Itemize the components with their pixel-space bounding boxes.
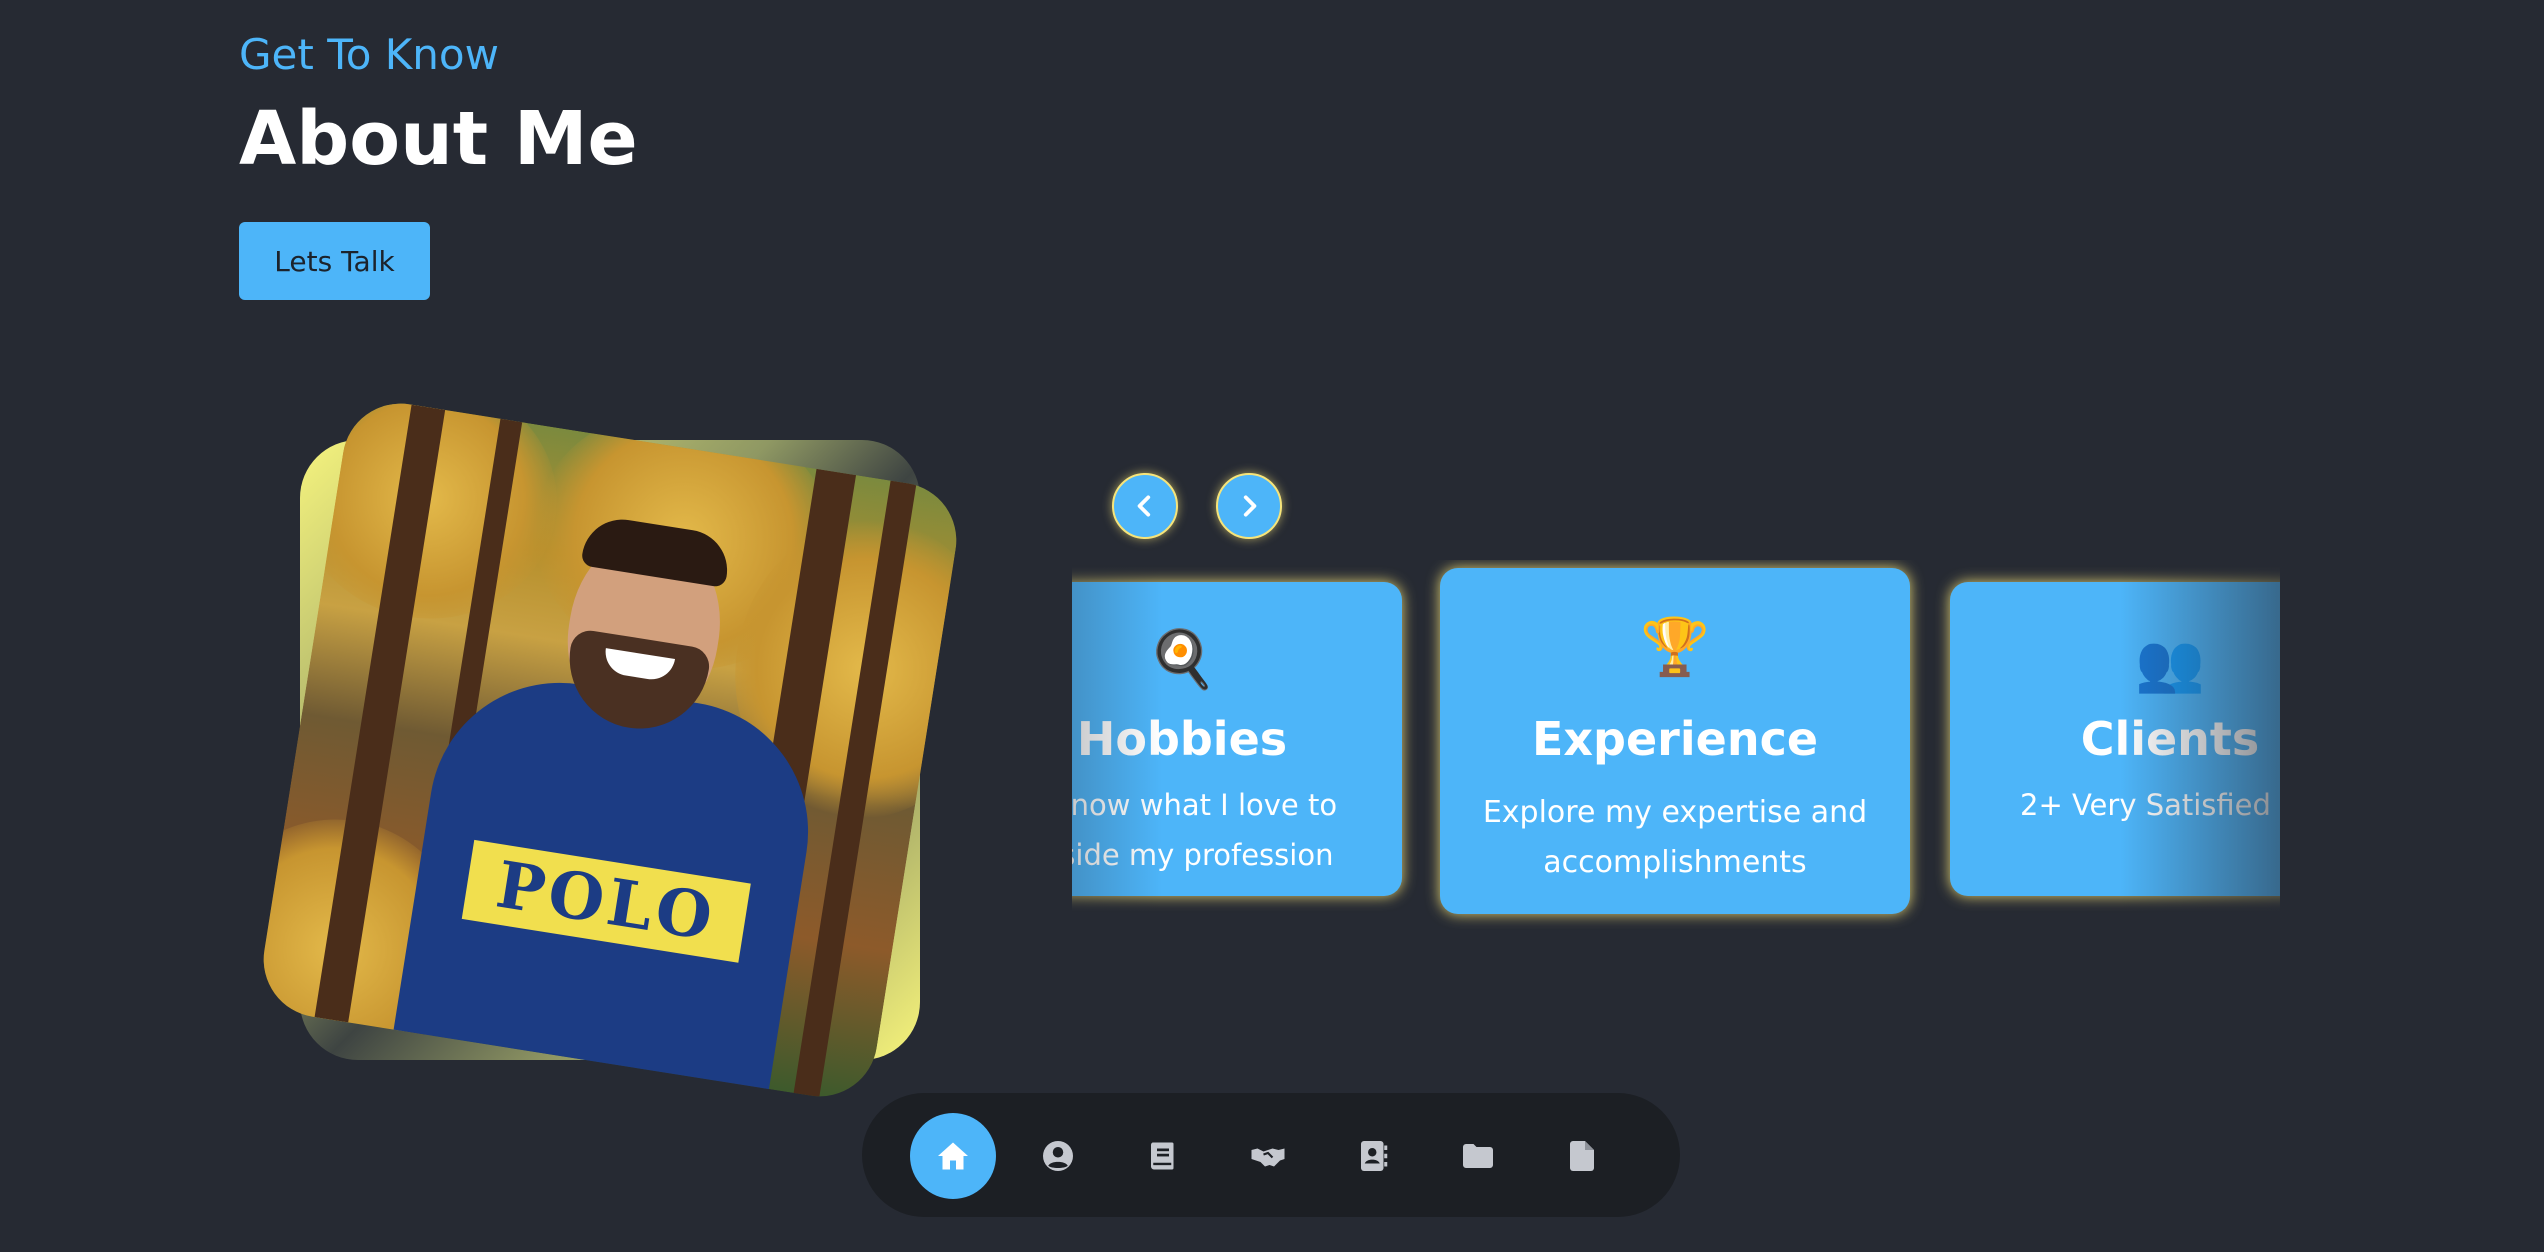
card-experience[interactable]: 🏆 Experience Explore my expertise and ac… <box>1440 568 1910 914</box>
about-section: Get To Know About Me Lets Talk POLO 🍳 Ho… <box>0 0 2544 1252</box>
carousel-fade-right <box>2120 560 2280 930</box>
nav-item-home[interactable] <box>910 1113 996 1199</box>
section-subtitle: Get To Know <box>239 30 499 79</box>
trophy-icon: 🏆 <box>1640 615 1710 680</box>
address-book-icon <box>1361 1141 1388 1171</box>
nav-item-portfolio[interactable] <box>1435 1113 1521 1199</box>
profile-photo: POLO <box>255 395 965 1105</box>
nav-item-services[interactable] <box>1225 1113 1311 1199</box>
page-title: About Me <box>239 96 638 182</box>
card-text: Explore my expertise and accomplishments <box>1482 795 1868 880</box>
nav-item-resume[interactable] <box>1539 1113 1625 1199</box>
slider-next-button[interactable] <box>1216 473 1282 539</box>
nav-item-about[interactable] <box>1015 1113 1101 1199</box>
nav-item-contact[interactable] <box>1330 1113 1416 1199</box>
bottom-nav <box>862 1093 1680 1217</box>
card-title: Experience <box>1531 712 1819 766</box>
lets-talk-button[interactable]: Lets Talk <box>239 222 430 300</box>
home-icon <box>938 1142 968 1170</box>
nav-item-experience[interactable] <box>1120 1113 1206 1199</box>
folder-icon <box>1463 1144 1493 1168</box>
user-icon <box>1043 1141 1073 1171</box>
carousel-fade-left <box>1072 560 1162 930</box>
cards-carousel: 🍳 Hobbies o know what I love to utside m… <box>1072 560 2280 930</box>
chevron-left-icon <box>1137 495 1151 517</box>
chevron-right-icon <box>1243 495 1257 517</box>
slider-prev-button[interactable] <box>1112 473 1178 539</box>
file-icon <box>1570 1141 1594 1171</box>
handshake-icon <box>1251 1148 1285 1167</box>
book-icon <box>1150 1142 1174 1170</box>
